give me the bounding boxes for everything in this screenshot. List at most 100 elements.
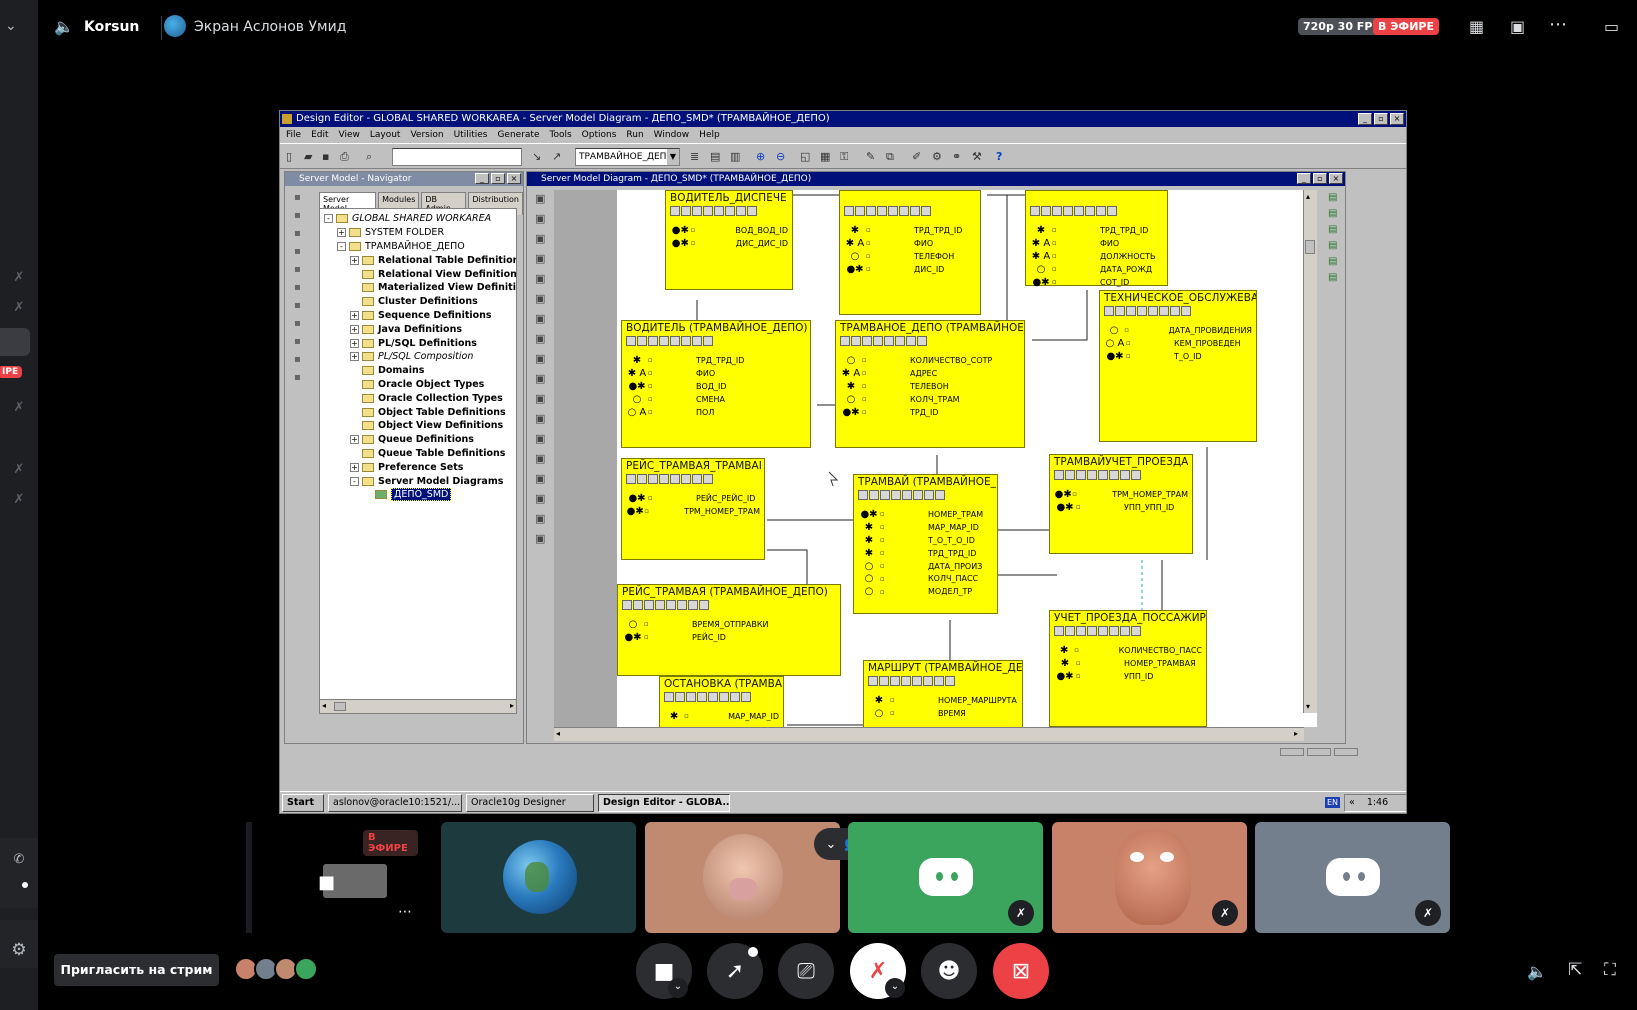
navigator-tool-icon[interactable]: ▪ xyxy=(294,282,311,293)
entity-tool-icon[interactable] xyxy=(725,206,735,216)
layout-tool-icon[interactable]: ▤ xyxy=(1328,256,1345,267)
entity-toolbar[interactable] xyxy=(626,474,760,486)
selected-channel-highlight[interactable] xyxy=(0,328,30,356)
entity-tool-icon[interactable] xyxy=(1098,470,1108,480)
copy-icon[interactable]: ⧉ xyxy=(886,150,894,164)
tree-item[interactable]: + Preference Sets xyxy=(320,460,516,474)
tray-expand-icon[interactable]: « xyxy=(1349,795,1355,811)
palette-tool-icon[interactable]: ▣ xyxy=(535,272,551,285)
entity-tool-icon[interactable] xyxy=(1076,470,1086,480)
entity-tool-icon[interactable] xyxy=(703,206,713,216)
audio-options-chevron-icon[interactable]: ⌄ xyxy=(885,978,905,998)
entity-tool-icon[interactable] xyxy=(902,490,912,500)
diagram-canvas[interactable]: ВОДИТЕЛЬ_ДИСПЕЧЕ ●✱ ▫ ВОД_ВОД_ID ●✱ ▫ ДИС_ДИС_… xyxy=(617,190,1317,727)
entity-tool-icon[interactable] xyxy=(675,692,685,702)
diagram-maximize-button[interactable]: ▫ xyxy=(1313,173,1327,184)
scroll-thumb[interactable] xyxy=(1305,240,1315,254)
column-row[interactable]: ✱ ▫ Т_О_Т_О_ID xyxy=(858,534,993,547)
navigator-minimize-button[interactable]: _ xyxy=(475,173,489,184)
entity-tool-icon[interactable] xyxy=(1074,206,1084,216)
scroll-right-icon[interactable]: ▸ xyxy=(510,701,514,710)
column-row[interactable]: ●✱ ▫ ВОД_ID xyxy=(626,380,806,393)
more-options-icon[interactable]: ⋯ xyxy=(398,904,412,920)
column-row[interactable]: ✱ ▫ МАР_МАР_ID xyxy=(858,521,993,534)
generate-icon[interactable]: ⚙ xyxy=(932,150,942,163)
scroll-thumb[interactable] xyxy=(334,702,346,711)
entity-tool-icon[interactable] xyxy=(1120,470,1130,480)
entity-tool-icon[interactable] xyxy=(1096,206,1106,216)
entity-tool-icon[interactable] xyxy=(1085,206,1095,216)
tree-item[interactable]: + Relational Table Definitions xyxy=(320,253,516,267)
new-icon[interactable]: ▯ xyxy=(286,150,292,163)
tree-item[interactable]: Relational View Definitions xyxy=(320,267,516,281)
entity-tool-icon[interactable] xyxy=(719,692,729,702)
column-row[interactable]: ✱ A ▫ ФИО xyxy=(626,367,806,380)
column-row[interactable]: ○ ▫ КОЛЧ_ТРАМ xyxy=(840,393,1020,406)
entity-toolbar[interactable] xyxy=(1054,626,1202,638)
column-row[interactable]: ○ ▫ ВРЕМЯ xyxy=(868,707,1018,720)
palette-tool-icon[interactable]: ▣ xyxy=(535,352,551,365)
entity-tool-icon[interactable] xyxy=(912,676,922,686)
entity-tool-icon[interactable] xyxy=(648,474,658,484)
entity-tool-icon[interactable] xyxy=(899,206,909,216)
column-row[interactable]: ○ ▫ КОЛЧ_ПАСС xyxy=(858,572,993,585)
table-entity[interactable]: ОСТАНОВКА (ТРАМВАЙ ✱ ▫ МАР_МАР_ID xyxy=(659,676,784,727)
menu-item[interactable]: View xyxy=(339,127,360,143)
entity-tool-icon[interactable] xyxy=(851,336,861,346)
column-row[interactable]: ○ A ▫ ПОЛ xyxy=(626,406,806,419)
key-icon[interactable]: ⚿ xyxy=(840,150,848,164)
palette-tool-icon[interactable]: ▣ xyxy=(535,372,551,385)
navigator-tool-icon[interactable]: ▪ xyxy=(294,300,311,311)
column-row[interactable]: ✱ A ▫ АДРЕС xyxy=(840,367,1020,380)
entity-tool-icon[interactable] xyxy=(1126,306,1136,316)
column-row[interactable]: ●✱ ▫ ДИС_ДИС_ID xyxy=(670,237,788,250)
entity-toolbar[interactable] xyxy=(1104,306,1252,318)
tree-item[interactable]: Oracle Object Types xyxy=(320,378,516,392)
scroll-left-icon[interactable]: ◂ xyxy=(556,729,560,738)
entity-tool-icon[interactable] xyxy=(910,206,920,216)
layout-tool-icon[interactable]: ▤ xyxy=(1328,192,1345,203)
navigator-tool-icon[interactable]: ▪ xyxy=(294,192,311,203)
open-icon[interactable]: ▰ xyxy=(304,150,312,163)
entity-tool-icon[interactable] xyxy=(1065,470,1075,480)
taskbar-item-sqlplus[interactable]: aslonov@oracle10:1521/... xyxy=(328,793,462,812)
more-options-icon[interactable]: ⋯ xyxy=(1549,14,1567,35)
entity-tool-icon[interactable] xyxy=(659,474,669,484)
entity-tool-icon[interactable] xyxy=(868,676,878,686)
entity-toolbar[interactable] xyxy=(622,600,836,612)
entity-toolbar[interactable] xyxy=(868,676,1018,688)
entity-tool-icon[interactable] xyxy=(747,206,757,216)
entity-tool-icon[interactable] xyxy=(637,474,647,484)
palette-tool-icon[interactable]: ▣ xyxy=(535,332,551,345)
palette-tool-icon[interactable]: ▣ xyxy=(535,312,551,325)
palette-tool-icon[interactable]: ▣ xyxy=(535,212,551,225)
entity-tool-icon[interactable] xyxy=(699,600,709,610)
tree-item[interactable]: + SYSTEM FOLDER xyxy=(320,226,516,240)
entity-tool-icon[interactable] xyxy=(670,474,680,484)
expand-icon[interactable]: + xyxy=(350,352,359,362)
column-row[interactable]: ●✱ ▫ НОМЕР_ТРАМ xyxy=(858,508,993,521)
popout-window-icon[interactable]: ⇱ xyxy=(1568,960,1582,980)
expand-icon[interactable]: + xyxy=(350,310,359,320)
entity-tool-icon[interactable] xyxy=(637,336,647,346)
navigator-maximize-button[interactable]: ▫ xyxy=(491,173,505,184)
table-entity[interactable]: ✱ ▫ ТРД_ТРД_ID ✱ A ▫ ФИО ○ ▫ ТЕЛЕФОН ●✱ ▫ ДИС_ID xyxy=(839,190,981,315)
mic-muted-icon[interactable]: ✗ xyxy=(9,270,29,285)
entity-tool-icon[interactable] xyxy=(1065,626,1075,636)
entity-tool-icon[interactable] xyxy=(681,206,691,216)
entity-tool-icon[interactable] xyxy=(730,692,740,702)
entity-tool-icon[interactable] xyxy=(895,336,905,346)
menu-item[interactable]: Version xyxy=(410,127,443,143)
popout-icon[interactable]: ▣ xyxy=(1510,17,1525,36)
taskbar-item-designer[interactable]: Oracle10g Designer xyxy=(466,793,594,812)
entity-tool-icon[interactable] xyxy=(873,336,883,346)
layout-tool-icon[interactable]: ▤ xyxy=(1328,240,1345,251)
column-row[interactable]: ●✱ ▫ РЕЙС_ID xyxy=(622,631,836,644)
table-icon[interactable]: ▦ xyxy=(820,150,830,163)
entity-tool-icon[interactable] xyxy=(858,490,868,500)
palette-tool-icon[interactable]: ▣ xyxy=(535,492,551,505)
menu-item[interactable]: File xyxy=(286,127,301,143)
entity-tool-icon[interactable] xyxy=(1131,470,1141,480)
column-row[interactable]: ✱ ▫ ТРД_ТРД_ID xyxy=(1030,224,1163,237)
entity-tool-icon[interactable] xyxy=(1098,626,1108,636)
